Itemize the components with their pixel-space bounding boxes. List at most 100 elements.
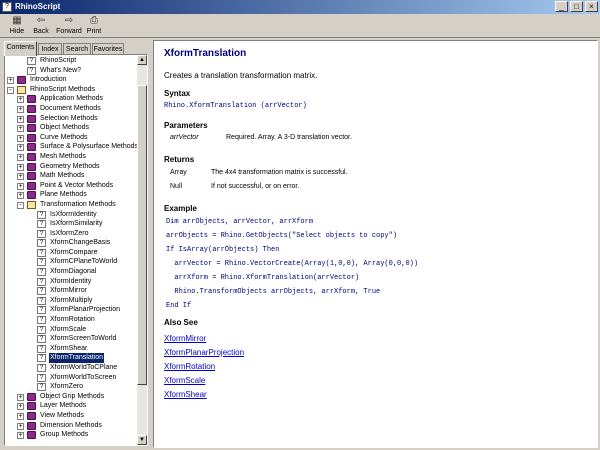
expand-icon[interactable]: + <box>17 96 24 104</box>
tree-item-label: XformWorldToScreen <box>50 373 117 381</box>
expand-icon[interactable]: + <box>17 422 24 430</box>
tree-item[interactable]: ? XformIdentity <box>5 277 137 287</box>
tree-item[interactable]: + Group Methods <box>5 430 137 440</box>
tree-item-label: View Methods <box>40 411 84 419</box>
see-also-link-xformmirror[interactable]: XformMirror <box>164 334 206 343</box>
collapse-icon[interactable]: - <box>17 201 24 209</box>
tree-item[interactable]: ? XformShear <box>5 344 137 354</box>
closed-book-icon <box>27 172 36 181</box>
tree-item[interactable]: + Application Methods <box>5 94 137 104</box>
tree-item[interactable]: - Transformation Methods <box>5 200 137 210</box>
return-description: The 4x4 transformation matrix is success… <box>211 169 348 176</box>
tree-item[interactable]: ? XformChangeBasis <box>5 238 137 248</box>
back-button[interactable]: ⇦ Back <box>27 15 55 37</box>
tree-item[interactable]: + Introduction <box>5 75 137 85</box>
tree-item[interactable]: ? IsXformSimilarity <box>5 219 137 229</box>
return-type: Array <box>170 169 187 176</box>
tree-item-label: IsXformSimilarity <box>50 220 103 228</box>
tree-item-label: Object Methods <box>40 124 90 132</box>
expand-icon[interactable]: + <box>17 144 24 152</box>
tree-item[interactable]: + Object Grip Methods <box>5 392 137 402</box>
tree-item[interactable]: + Curve Methods <box>5 133 137 143</box>
tree-item[interactable]: + Selection Methods <box>5 114 137 124</box>
expand-icon[interactable]: + <box>17 153 24 161</box>
forward-button[interactable]: ⇨ Forward <box>55 15 83 37</box>
tree-item-label: Object Grip Methods <box>40 392 105 400</box>
expand-icon[interactable]: + <box>17 182 24 190</box>
help-page-icon: ? <box>37 296 46 305</box>
maximize-icon[interactable]: □ <box>570 1 583 12</box>
help-page-icon: ? <box>37 306 46 315</box>
tree-item[interactable]: + Geometry Methods <box>5 162 137 172</box>
tree-item-label: XformCPlaneToWorld <box>50 258 118 266</box>
see-also-link-xformscale[interactable]: XformScale <box>164 376 205 385</box>
see-also-link-xformplanarprojection[interactable]: XformPlanarProjection <box>164 348 244 357</box>
tree-item[interactable]: ? XformScreenToWorld <box>5 334 137 344</box>
see-also-link-xformrotation[interactable]: XformRotation <box>164 362 215 371</box>
tree-item[interactable]: + Point & Vector Methods <box>5 181 137 191</box>
expand-icon[interactable]: + <box>17 403 24 411</box>
expand-icon[interactable]: + <box>17 432 24 440</box>
tree-item[interactable]: ? XformMirror <box>5 286 137 296</box>
tree-item[interactable]: ? XformTranslation <box>5 353 137 363</box>
window-title: RhinoScript <box>15 2 61 11</box>
tree-item[interactable]: ? XformScale <box>5 325 137 335</box>
scroll-thumb[interactable] <box>137 85 147 385</box>
tree-item[interactable]: + Object Methods <box>5 123 137 133</box>
expand-icon[interactable]: + <box>17 125 24 133</box>
print-button[interactable]: ⎙ Print <box>80 15 108 37</box>
tree-item-label: XformTranslation <box>49 353 105 363</box>
see-also-link-xformshear[interactable]: XformShear <box>164 390 207 399</box>
tree-item[interactable]: + Math Methods <box>5 171 137 181</box>
scroll-down-icon[interactable]: ▼ <box>137 435 147 445</box>
tree-item[interactable]: + Dimension Methods <box>5 421 137 431</box>
return-type: Null <box>170 183 183 190</box>
tree-item[interactable]: ? XformMultiply <box>5 296 137 306</box>
tree-scrollbar[interactable]: ▲ ▼ <box>137 55 147 445</box>
tree-item-label: Point & Vector Methods <box>40 181 114 189</box>
tree-item[interactable]: ? RhinoScript <box>5 56 137 66</box>
expand-icon[interactable]: + <box>17 134 24 142</box>
help-page-icon: ? <box>37 220 46 229</box>
tree-item[interactable]: ? XformPlanarProjection <box>5 305 137 315</box>
expand-icon[interactable]: + <box>17 173 24 181</box>
example-line: End If <box>166 302 192 310</box>
expand-icon[interactable]: + <box>17 163 24 171</box>
expand-icon[interactable]: + <box>17 393 24 401</box>
help-page-icon: ? <box>37 354 46 363</box>
tree-item[interactable]: ? XformRotation <box>5 315 137 325</box>
closed-book-icon <box>27 392 36 401</box>
tree-item[interactable]: ? XformDiagonal <box>5 267 137 277</box>
tree-item[interactable]: ? What's New? <box>5 66 137 76</box>
tree-item[interactable]: + Document Methods <box>5 104 137 114</box>
collapse-icon[interactable]: - <box>7 86 14 94</box>
tree-item[interactable]: ? XformZero <box>5 382 137 392</box>
tab-contents[interactable]: Contents <box>4 41 37 56</box>
toolbar: ▦ Hide ⇦ Back ⇨ Forward ⎙ Print <box>0 14 600 38</box>
minimize-icon[interactable]: _ <box>555 1 568 12</box>
tree-item[interactable]: ? XformCompare <box>5 248 137 258</box>
expand-icon[interactable]: + <box>17 412 24 420</box>
navigation-pane: Contents Index Search Favorites ? RhinoSc… <box>2 40 150 448</box>
tree-item[interactable]: ? XformCPlaneToWorld <box>5 257 137 267</box>
tree-item[interactable]: ? IsXformIdentity <box>5 210 137 220</box>
tree-item[interactable]: - RhinoScript Methods <box>5 85 137 95</box>
tree-item[interactable]: ? XformWorldToScreen <box>5 373 137 383</box>
tree-item[interactable]: + Mesh Methods <box>5 152 137 162</box>
tree-item[interactable]: + Layer Methods <box>5 401 137 411</box>
param-name: arrVector <box>170 134 199 141</box>
tree-item[interactable]: ? IsXformZero <box>5 229 137 239</box>
expand-icon[interactable]: + <box>7 77 14 85</box>
close-icon[interactable]: × <box>585 1 598 12</box>
help-page-icon: ? <box>27 66 36 75</box>
expand-icon[interactable]: + <box>17 105 24 113</box>
expand-icon[interactable]: + <box>17 192 24 200</box>
tree-item[interactable]: + Surface & Polysurface Methods <box>5 142 138 152</box>
tree-item-label: XformWorldToCPlane <box>50 364 118 371</box>
tree-item[interactable]: ? XformWorldToCPlane <box>5 363 137 373</box>
expand-icon[interactable]: + <box>17 115 24 123</box>
tree-item[interactable]: + Plane Methods <box>5 190 137 200</box>
tree-item[interactable]: + View Methods <box>5 411 137 421</box>
help-page-icon: ? <box>37 383 46 392</box>
scroll-up-icon[interactable]: ▲ <box>137 55 147 65</box>
